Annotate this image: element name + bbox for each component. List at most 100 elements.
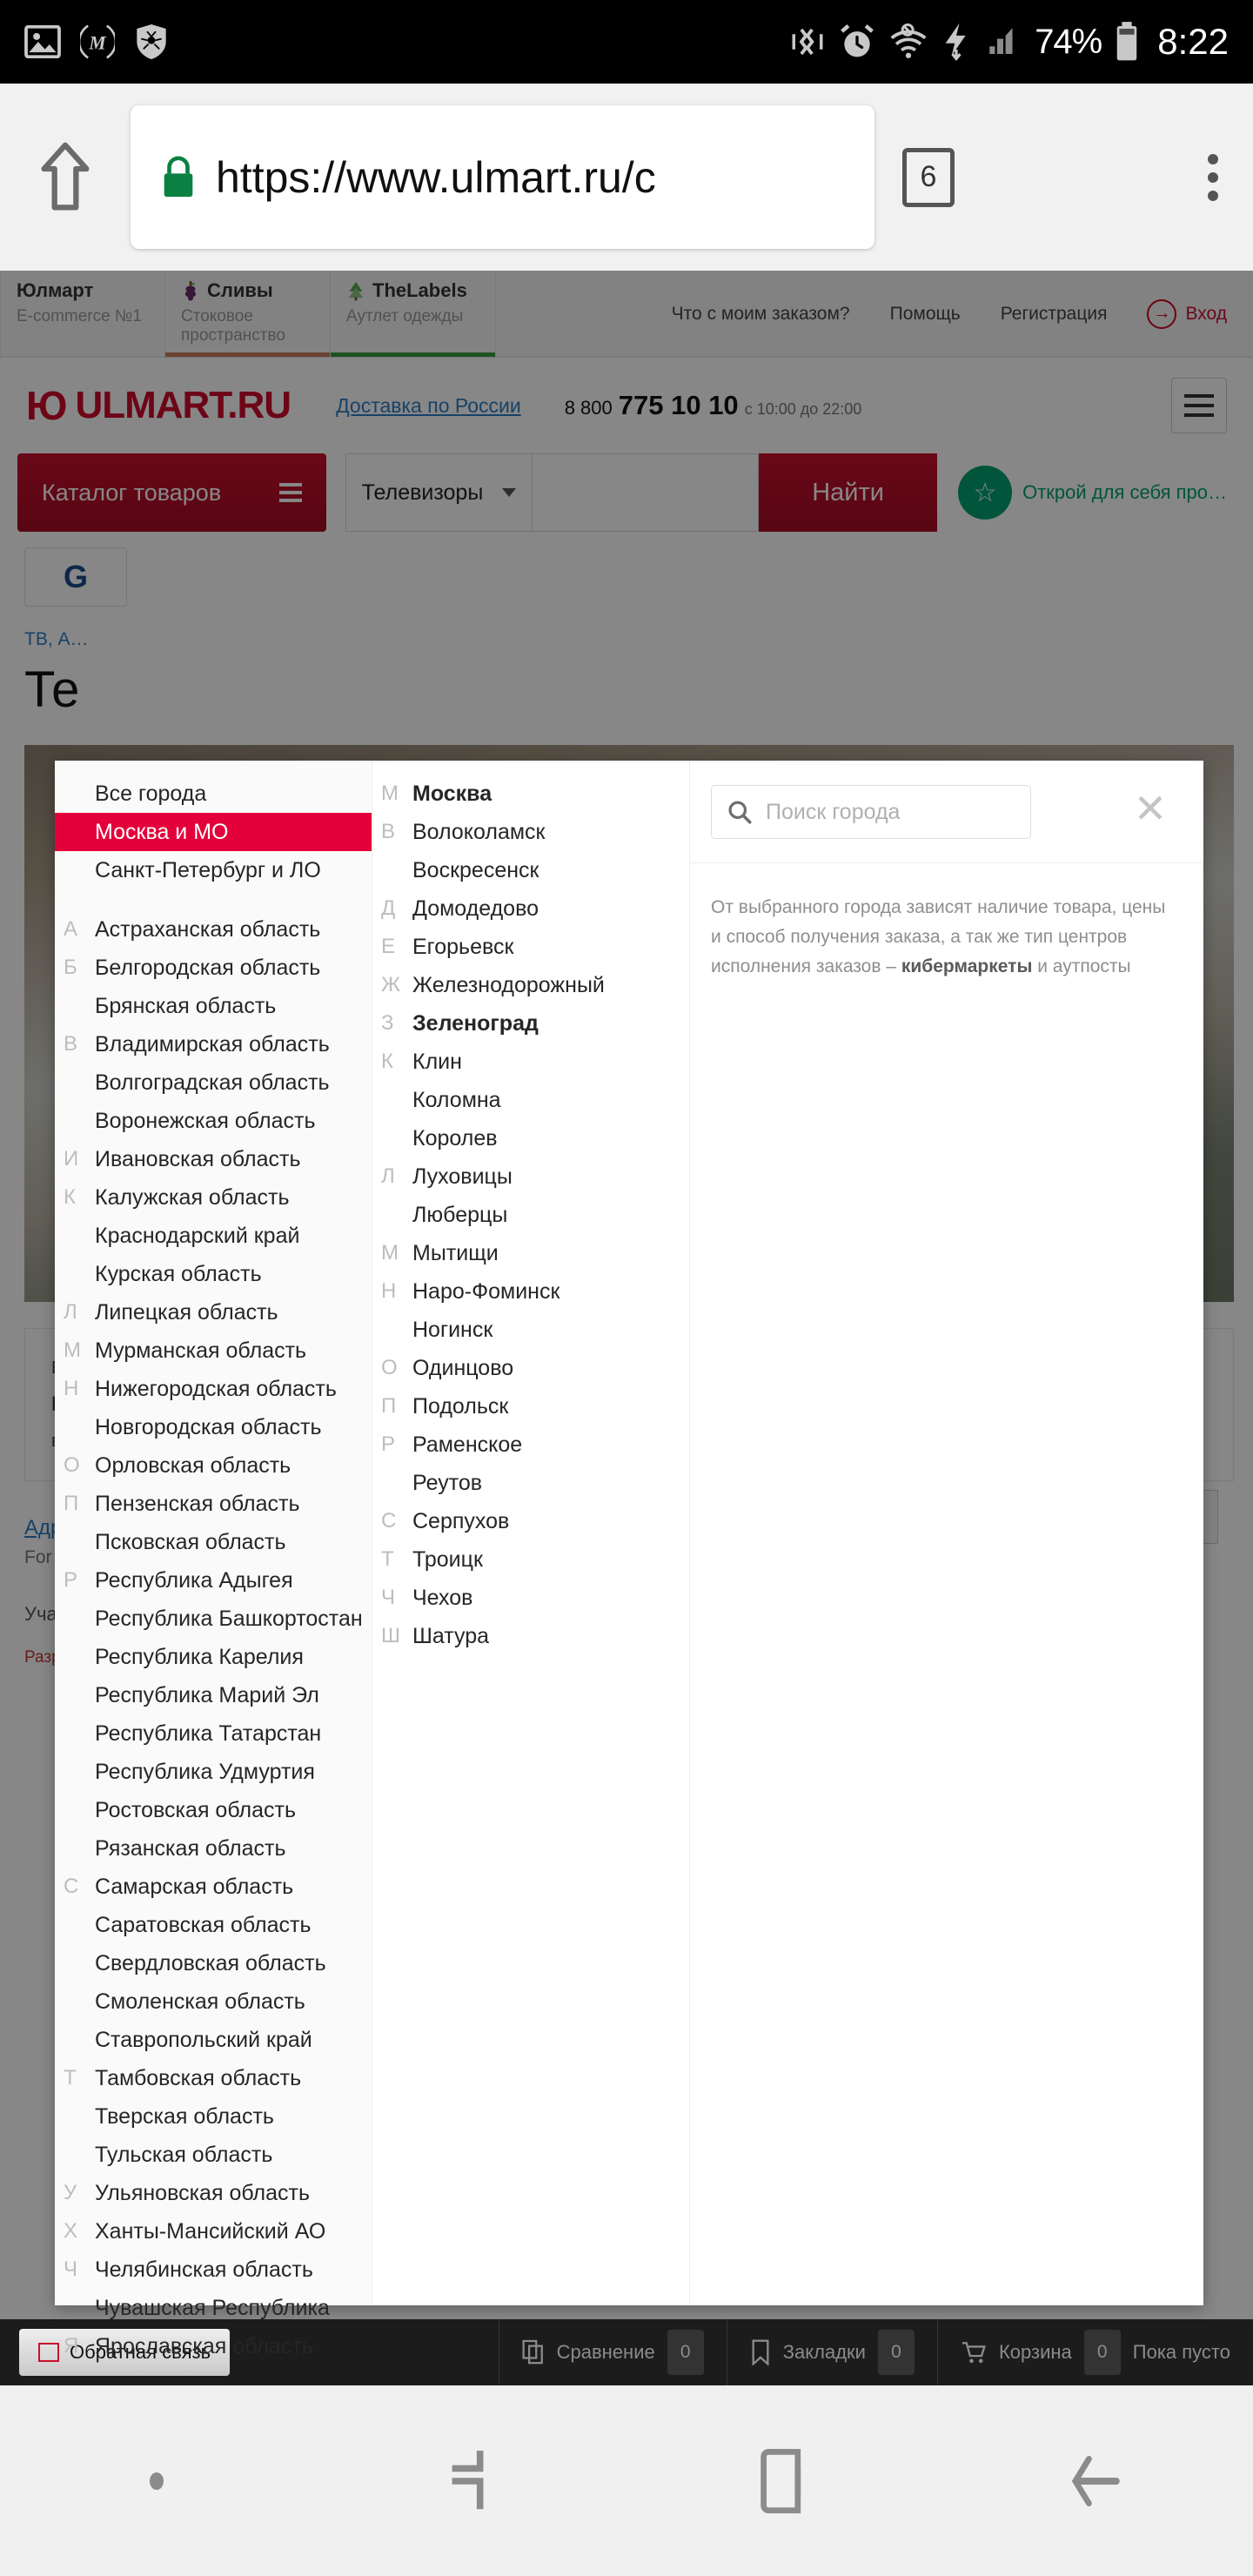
nav-home[interactable] bbox=[626, 2446, 940, 2516]
region-item[interactable]: Новгородская область bbox=[55, 1408, 372, 1446]
region-item[interactable]: Ставропольский край bbox=[55, 2021, 372, 2059]
region-item[interactable]: Краснодарский край bbox=[55, 1217, 372, 1255]
region-item[interactable]: Саратовская область bbox=[55, 1906, 372, 1944]
city-letter: Д bbox=[381, 896, 396, 920]
region-item[interactable]: Р Республика Адыгея bbox=[55, 1561, 372, 1600]
region-item[interactable]: П Пензенская область bbox=[55, 1485, 372, 1523]
region-item[interactable]: М Мурманская область bbox=[55, 1332, 372, 1370]
region-item[interactable]: Воронежская область bbox=[55, 1102, 372, 1140]
close-icon[interactable]: ✕ bbox=[1127, 785, 1174, 832]
city-item[interactable]: Реутов bbox=[372, 1464, 689, 1502]
region-item[interactable]: О Орловская область bbox=[55, 1446, 372, 1485]
region-item[interactable]: В Владимирская область bbox=[55, 1025, 372, 1063]
city-item[interactable]: Т Троицк bbox=[372, 1540, 689, 1579]
city-item[interactable]: М Москва bbox=[372, 775, 689, 813]
region-item[interactable]: Л Липецкая область bbox=[55, 1293, 372, 1332]
browser-menu-button[interactable] bbox=[1208, 153, 1218, 201]
region-item[interactable]: Санкт-Петербург и ЛО bbox=[55, 851, 372, 889]
region-name: Тульская область bbox=[95, 2142, 273, 2167]
tab-count-button[interactable]: 6 bbox=[902, 147, 955, 207]
region-item[interactable]: Б Белгородская область bbox=[55, 949, 372, 987]
status-right-icons: 74% 8:22 bbox=[789, 20, 1229, 64]
compare-count: 0 bbox=[667, 2330, 704, 2375]
region-item[interactable]: Тверская область bbox=[55, 2097, 372, 2136]
city-item[interactable]: З Зеленоград bbox=[372, 1004, 689, 1043]
city-item[interactable]: К Клин bbox=[372, 1043, 689, 1081]
bookmarks-button[interactable]: Закладки 0 bbox=[726, 2319, 937, 2385]
region-item[interactable]: Псковская область bbox=[55, 1523, 372, 1561]
region-item[interactable]: Ростовская область bbox=[55, 1791, 372, 1829]
city-item[interactable]: Ж Железнодорожный bbox=[372, 966, 689, 1004]
region-item[interactable]: Брянская область bbox=[55, 987, 372, 1025]
region-item[interactable]: Ч Челябинская область bbox=[55, 2251, 372, 2289]
region-item[interactable]: Республика Карелия bbox=[55, 1638, 372, 1676]
home-button[interactable] bbox=[0, 140, 131, 215]
city-item[interactable]: Н Наро-Фоминск bbox=[372, 1272, 689, 1311]
region-item[interactable]: Я Ярославская область bbox=[55, 2327, 372, 2365]
region-item[interactable]: Тульская область bbox=[55, 2136, 372, 2174]
region-item[interactable]: Республика Татарстан bbox=[55, 1714, 372, 1753]
city-item[interactable]: П Подольск bbox=[372, 1387, 689, 1426]
cart-button[interactable]: Корзина 0 Пока пусто bbox=[936, 2319, 1253, 2385]
region-name: Ульяновская область bbox=[95, 2180, 311, 2205]
region-item[interactable]: Республика Удмуртия bbox=[55, 1753, 372, 1791]
city-item[interactable]: Ш Шатура bbox=[372, 1617, 689, 1655]
city-item[interactable]: Люберцы bbox=[372, 1196, 689, 1234]
region-item[interactable]: У Ульяновская область bbox=[55, 2174, 372, 2212]
city-item[interactable]: Р Раменское bbox=[372, 1426, 689, 1464]
city-item[interactable]: Ногинск bbox=[372, 1311, 689, 1349]
city-item[interactable]: М Мытищи bbox=[372, 1234, 689, 1272]
nav-back[interactable] bbox=[940, 2449, 1253, 2513]
region-item[interactable]: А Астраханская область bbox=[55, 910, 372, 949]
url-bar[interactable]: https://www.ulmart.ru/c bbox=[131, 105, 874, 249]
compare-label: Сравнение bbox=[556, 2341, 655, 2363]
region-item[interactable]: Н Нижегородская область bbox=[55, 1370, 372, 1408]
city-item[interactable]: Королев bbox=[372, 1119, 689, 1157]
nav-recents[interactable] bbox=[313, 2445, 626, 2517]
region-item[interactable]: Х Ханты-Мансийский АО bbox=[55, 2212, 372, 2251]
region-item[interactable]: Курская область bbox=[55, 1255, 372, 1293]
city-item[interactable]: В Волоколамск bbox=[372, 813, 689, 851]
hint-part-2: и аутпосты bbox=[1032, 956, 1131, 977]
region-letter: И bbox=[64, 1147, 79, 1171]
region-name: Белгородская область bbox=[95, 955, 321, 980]
region-item[interactable]: Республика Марий Эл bbox=[55, 1676, 372, 1714]
region-item[interactable]: С Самарская область bbox=[55, 1868, 372, 1906]
regions-column[interactable]: Все города Москва и МО Санкт-Петербург и Л… bbox=[55, 761, 372, 2358]
city-item[interactable]: С Серпухов bbox=[372, 1502, 689, 1540]
region-name: Тверская область bbox=[95, 2103, 274, 2129]
city-item[interactable]: Коломна bbox=[372, 1081, 689, 1119]
region-name: Рязанская область bbox=[95, 1835, 286, 1861]
region-item[interactable]: Чувашская Республика bbox=[55, 2289, 372, 2327]
bottom-actions: Сравнение 0 Закладки 0 Корзина 0 Пока пу… bbox=[498, 2319, 1253, 2385]
region-item[interactable]: Т Тамбовская область bbox=[55, 2059, 372, 2097]
city-item[interactable]: Л Луховицы bbox=[372, 1157, 689, 1196]
device-screen: M 74% 8:22 https://www.ulmart.ru/c 6 Юлм… bbox=[0, 0, 1253, 2576]
region-item[interactable]: Свердловская область bbox=[55, 1944, 372, 1982]
region-name: Смоленская область bbox=[95, 1989, 305, 2014]
city-item[interactable]: Ч Чехов bbox=[372, 1579, 689, 1617]
region-item[interactable]: Республика Башкортостан bbox=[55, 1600, 372, 1638]
region-letter: У bbox=[64, 2181, 77, 2204]
city-letter: Н bbox=[381, 1279, 397, 1303]
cities-column[interactable]: М Москва В Волоколамск Воскресенск Д Домодедов… bbox=[372, 761, 690, 2305]
android-nav-bar bbox=[0, 2385, 1253, 2576]
region-item[interactable]: И Ивановская область bbox=[55, 1140, 372, 1178]
region-name: Псковская область bbox=[95, 1529, 286, 1554]
region-item[interactable]: Волгоградская область bbox=[55, 1063, 372, 1102]
region-item[interactable]: Москва и МО bbox=[55, 813, 372, 851]
city-item[interactable]: Е Егорьевск bbox=[372, 928, 689, 966]
region-name: Краснодарский край bbox=[95, 1223, 300, 1248]
region-item[interactable]: Смоленская область bbox=[55, 1982, 372, 2021]
region-item[interactable]: К Калужская область bbox=[55, 1178, 372, 1217]
home-arrow-icon bbox=[41, 142, 90, 211]
region-item[interactable]: Все города bbox=[55, 775, 372, 813]
city-item[interactable]: О Одинцово bbox=[372, 1349, 689, 1387]
compare-button[interactable]: Сравнение 0 bbox=[498, 2319, 727, 2385]
city-item[interactable]: Воскресенск bbox=[372, 851, 689, 889]
city-search-input[interactable]: Поиск города bbox=[711, 785, 1031, 839]
modal-hint: От выбранного города зависят наличие тов… bbox=[690, 863, 1203, 982]
city-item[interactable]: Д Домодедово bbox=[372, 889, 689, 928]
nav-dot[interactable] bbox=[0, 2464, 313, 2499]
region-item[interactable]: Рязанская область bbox=[55, 1829, 372, 1868]
